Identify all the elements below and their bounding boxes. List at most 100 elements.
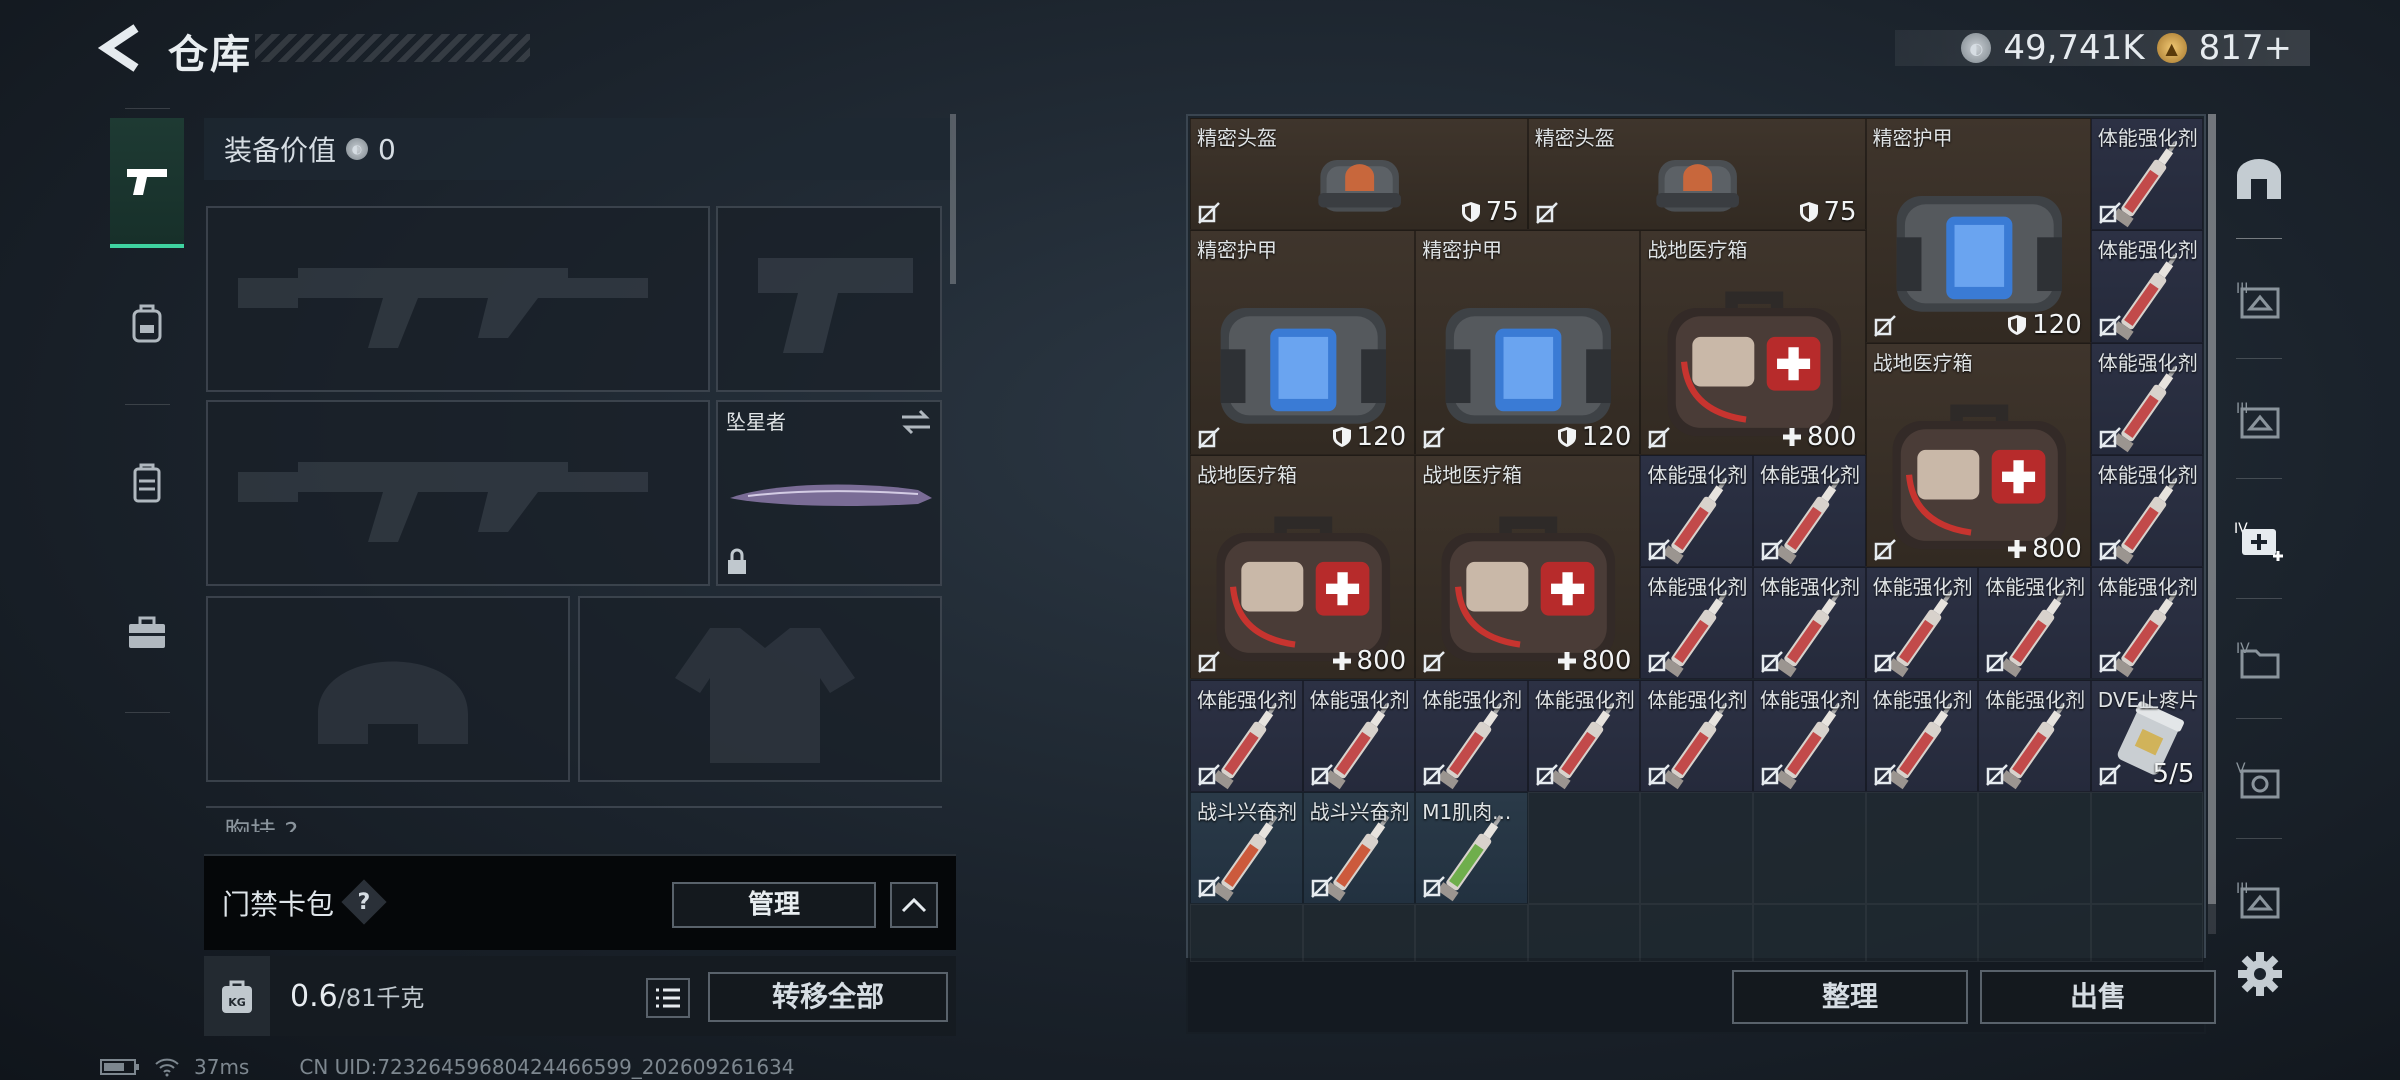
empty-grid-cell[interactable]	[1978, 904, 2091, 963]
storage-item[interactable]: 体能强化剂	[2090, 342, 2204, 455]
storage-item[interactable]: 体能强化剂	[1302, 679, 1416, 792]
storage-scrollbar[interactable]	[2208, 114, 2216, 904]
empty-grid-cell[interactable]	[2090, 791, 2204, 905]
storage-item[interactable]: 战斗兴奋剂	[1302, 791, 1416, 905]
storage-item[interactable]: 体能强化剂	[1190, 679, 1303, 792]
storage-item[interactable]: 战地医疗箱 800	[1865, 342, 2091, 568]
empty-grid-cell[interactable]	[1753, 791, 1866, 905]
armor-slot[interactable]	[578, 596, 942, 782]
nav-toolbox[interactable]	[110, 568, 184, 698]
storage-item[interactable]: 体能强化剂	[1753, 567, 1866, 680]
empty-grid-cell[interactable]	[1865, 791, 1979, 905]
empty-grid-cell[interactable]	[1527, 791, 1641, 905]
storage-item[interactable]: 精密护甲 120	[1865, 118, 2091, 343]
item-value: 800	[1331, 646, 1406, 676]
swap-icon[interactable]	[900, 408, 932, 436]
storage-item[interactable]: 体能强化剂	[1753, 454, 1866, 568]
melee-slot[interactable]: 坠星者	[716, 400, 942, 586]
silver-coin-icon: ◐	[346, 138, 369, 160]
storage-item[interactable]: 体能强化剂	[2090, 454, 2204, 568]
nav-weapons[interactable]	[110, 118, 184, 248]
help-icon[interactable]: ?	[341, 879, 387, 925]
storage-tab-5[interactable]: V	[2222, 724, 2296, 834]
nav-backpack[interactable]	[110, 258, 184, 388]
storage-item[interactable]: 战斗兴奋剂	[1190, 791, 1303, 905]
transfer-all-button[interactable]: 转移全部	[708, 972, 948, 1022]
empty-grid-cell[interactable]	[1415, 904, 1528, 963]
collapse-button[interactable]	[890, 882, 938, 928]
storage-tab-4-medical[interactable]: IV	[2222, 484, 2296, 594]
storage-tab-3[interactable]: III	[2222, 244, 2296, 354]
storage-item[interactable]: 体能强化剂	[1640, 567, 1753, 680]
no-trade-icon	[1648, 427, 1671, 449]
no-trade-icon	[1310, 876, 1333, 898]
empty-grid-cell[interactable]	[1640, 791, 1753, 905]
helmet-slot[interactable]	[206, 596, 570, 782]
empty-grid-cell[interactable]	[1527, 904, 1641, 963]
sidearm-slot[interactable]	[716, 206, 942, 392]
empty-grid-cell[interactable]	[2090, 904, 2204, 963]
storage-item[interactable]: 体能强化剂	[2090, 567, 2204, 680]
storage-item[interactable]: 体能强化剂	[1865, 567, 1979, 680]
storage-item[interactable]: 战地医疗箱 800	[1190, 454, 1416, 680]
silver-amount: 49,741K	[2003, 28, 2145, 68]
storage-tab-4[interactable]: IV	[2222, 604, 2296, 714]
sort-button[interactable]: 整理	[1732, 970, 1968, 1024]
no-trade-icon	[1873, 539, 1896, 562]
storage-item[interactable]: 体能强化剂	[1640, 679, 1753, 792]
no-trade-icon	[1535, 763, 1558, 786]
primary-weapon-slot[interactable]	[206, 206, 710, 392]
no-trade-icon	[1423, 427, 1446, 449]
storage-item[interactable]: M1肌肉...	[1415, 791, 1528, 905]
no-trade-icon	[2098, 539, 2121, 562]
storage-item[interactable]: 精密护甲 120	[1190, 230, 1416, 455]
item-name: 体能强化剂	[1647, 575, 1748, 600]
list-view-button[interactable]	[646, 978, 690, 1018]
storage-item[interactable]: 体能强化剂	[1415, 679, 1528, 792]
storage-item[interactable]: 战地医疗箱 800	[1415, 454, 1641, 680]
empty-grid-cell[interactable]	[1190, 904, 1303, 963]
item-name: 精密护甲	[1197, 238, 1277, 263]
equip-value: 0	[378, 132, 396, 166]
storage-tab-3b[interactable]: III	[2222, 364, 2296, 474]
list-icon	[656, 988, 680, 1008]
storage-item[interactable]: 精密护甲 120	[1415, 230, 1641, 455]
no-trade-icon	[1648, 539, 1671, 562]
storage-tab-main[interactable]	[2222, 124, 2296, 234]
rifle-silhouette-icon	[238, 268, 648, 348]
item-name: 体能强化剂	[1985, 687, 2086, 712]
storage-item[interactable]: 体能强化剂	[1865, 679, 1979, 792]
nav-vest[interactable]	[110, 418, 184, 548]
storage-item[interactable]: 体能强化剂	[2090, 230, 2204, 343]
storage-item[interactable]: 体能强化剂	[2090, 118, 2204, 231]
item-name: 体能强化剂	[1309, 687, 1410, 712]
empty-grid-cell[interactable]	[1640, 904, 1753, 963]
loadout-scrollbar[interactable]	[950, 114, 956, 284]
manage-button[interactable]: 管理	[672, 882, 876, 928]
item-name: 精密头盔	[1197, 126, 1277, 150]
empty-grid-cell[interactable]	[1302, 904, 1416, 963]
gold-amount: 817+	[2198, 28, 2292, 68]
storage-item[interactable]: 精密头盔 75	[1190, 118, 1528, 231]
storage-item[interactable]: 体能强化剂	[1978, 567, 2091, 680]
storage-item[interactable]: DVE止疼片 5/5	[2090, 679, 2204, 792]
empty-grid-cell[interactable]	[1978, 791, 2091, 905]
storage-item[interactable]: 战地医疗箱 800	[1640, 230, 1866, 455]
storage-item[interactable]: 体能强化剂	[1978, 679, 2091, 792]
sell-button[interactable]: 出售	[1980, 970, 2216, 1024]
secondary-weapon-slot[interactable]	[206, 400, 710, 586]
no-trade-icon	[1310, 763, 1333, 786]
storage-item[interactable]: 体能强化剂	[1753, 679, 1866, 792]
storage-item[interactable]: 体能强化剂	[1527, 679, 1641, 792]
empty-grid-cell[interactable]	[1753, 904, 1866, 963]
storage-item[interactable]: 体能强化剂	[1640, 454, 1753, 568]
item-name: 体能强化剂	[1985, 575, 2086, 600]
back-button[interactable]	[96, 22, 146, 74]
backpack-weight-bar: KG 0.6/81千克 转移全部	[204, 956, 956, 1036]
settings-button[interactable]	[2236, 950, 2284, 998]
storage-item[interactable]: 精密头盔 75	[1527, 118, 1866, 231]
storage-tab-3c[interactable]: III	[2222, 844, 2296, 954]
item-name: 体能强化剂	[2097, 575, 2198, 600]
empty-grid-cell[interactable]	[1865, 904, 1979, 963]
no-trade-icon	[2098, 427, 2121, 449]
